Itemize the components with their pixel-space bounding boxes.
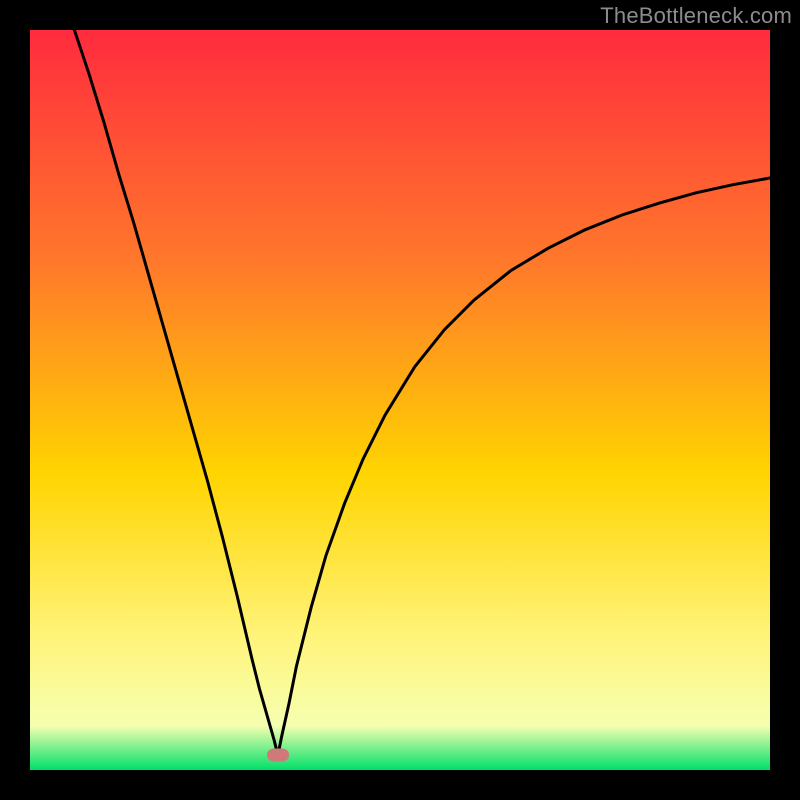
- watermark-text: TheBottleneck.com: [600, 3, 792, 29]
- curve-right-branch: [278, 178, 770, 755]
- chart-frame: TheBottleneck.com: [0, 0, 800, 800]
- curve-left-branch: [74, 30, 278, 755]
- optimal-point-marker: [267, 749, 289, 762]
- bottleneck-curve: [30, 30, 770, 770]
- plot-area: [30, 30, 770, 770]
